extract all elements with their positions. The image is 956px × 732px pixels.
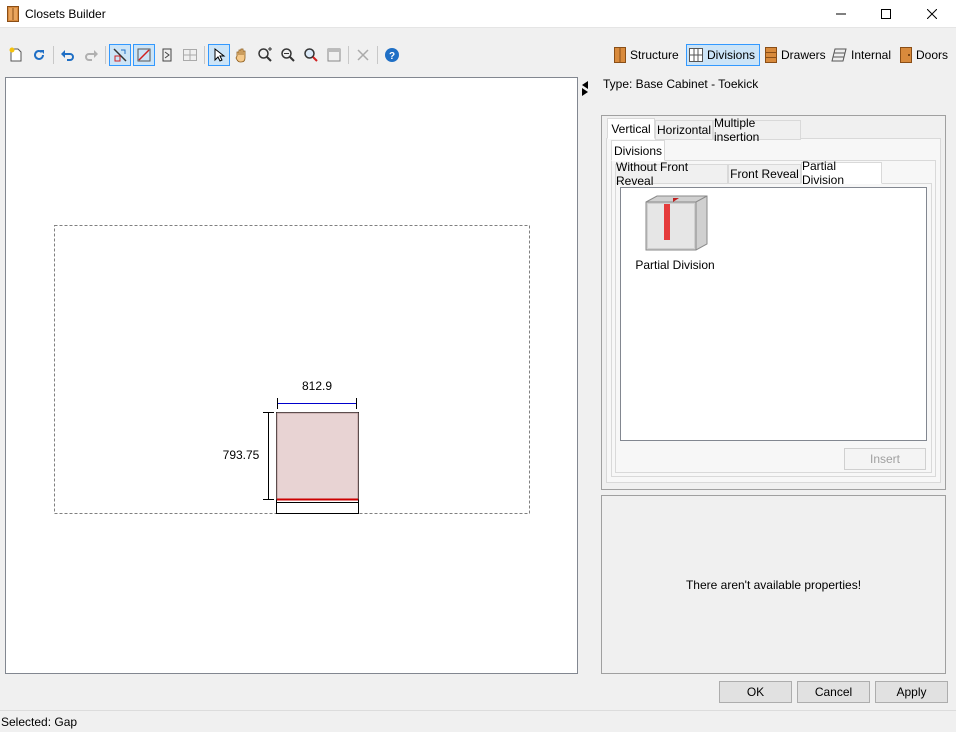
hinge-button[interactable] bbox=[156, 44, 178, 66]
status-bar: Selected: Gap bbox=[0, 710, 956, 732]
drawers-button[interactable]: Drawers bbox=[763, 44, 828, 66]
height-dimension-text: 793.75 bbox=[223, 448, 260, 462]
internal-label: Internal bbox=[851, 48, 892, 62]
close-icon bbox=[927, 9, 937, 19]
new-button[interactable] bbox=[5, 44, 27, 66]
grid-button[interactable] bbox=[179, 44, 201, 66]
tab-multiple-insertion[interactable]: Multiple insertion bbox=[713, 116, 801, 144]
tab-front-reveal[interactable]: Front Reveal bbox=[728, 164, 801, 184]
cancel-button[interactable]: Cancel bbox=[797, 681, 870, 703]
magnet-button[interactable] bbox=[133, 44, 155, 66]
width-dimension-text: 812.9 bbox=[302, 379, 332, 393]
delete-button[interactable] bbox=[352, 44, 374, 66]
height-dimension: 793.75 bbox=[223, 412, 274, 500]
insert-button[interactable]: Insert bbox=[844, 448, 926, 470]
new-file-icon bbox=[9, 47, 22, 62]
structure-button[interactable]: Structure bbox=[612, 44, 681, 66]
zoom-out-icon bbox=[281, 48, 295, 62]
tab-without-front-reveal[interactable]: Without Front Reveal bbox=[615, 160, 728, 188]
drawers-label: Drawers bbox=[781, 48, 826, 62]
status-text: Selected: Gap bbox=[1, 715, 78, 729]
tab-divisions[interactable]: Divisions bbox=[611, 140, 665, 161]
snap-icon bbox=[113, 48, 127, 62]
hinge-icon bbox=[162, 48, 172, 62]
delete-icon bbox=[357, 49, 369, 61]
redo-icon bbox=[85, 50, 98, 61]
toolbar: ? Structure Divisions Drawers Internal D… bbox=[0, 42, 956, 70]
cabinet-drawing: 812.9 793.75 bbox=[54, 225, 530, 514]
structure-label: Structure bbox=[630, 48, 679, 62]
division-list: Partial Division bbox=[620, 187, 927, 441]
width-dimension: 812.9 bbox=[277, 379, 357, 409]
ok-button[interactable]: OK bbox=[719, 681, 792, 703]
internal-icon bbox=[831, 48, 847, 62]
design-canvas[interactable]: 812.9 793.75 bbox=[5, 77, 578, 674]
magnet-icon bbox=[137, 48, 151, 62]
hand-icon bbox=[235, 48, 246, 63]
zoom-fit-icon bbox=[304, 48, 318, 62]
snap-button[interactable] bbox=[109, 44, 131, 66]
window-title: Closets Builder bbox=[25, 7, 106, 21]
no-properties-message: There aren't available properties! bbox=[685, 577, 862, 592]
doors-button[interactable]: Doors bbox=[898, 44, 950, 66]
maximize-icon bbox=[881, 9, 891, 19]
zoom-in-icon bbox=[258, 47, 272, 62]
undo-button[interactable] bbox=[57, 44, 79, 66]
svg-text:?: ? bbox=[389, 51, 395, 62]
undo-icon bbox=[61, 50, 74, 61]
tab-partial-division[interactable]: Partial Division bbox=[801, 159, 882, 187]
refresh-button[interactable] bbox=[28, 44, 50, 66]
partial-division-label: Partial Division bbox=[635, 258, 715, 272]
divisions-icon bbox=[689, 48, 703, 62]
redo-button[interactable] bbox=[80, 44, 102, 66]
internal-button[interactable]: Internal bbox=[829, 44, 893, 66]
properties-panel: There aren't available properties! bbox=[601, 495, 946, 674]
divisions-label: Divisions bbox=[707, 48, 756, 62]
divisions-button[interactable]: Divisions bbox=[686, 44, 760, 66]
zoom-in-button[interactable] bbox=[254, 44, 276, 66]
maximize-button[interactable] bbox=[863, 0, 909, 28]
frame-button[interactable] bbox=[323, 44, 345, 66]
app-icon bbox=[7, 6, 19, 22]
frame-icon bbox=[327, 48, 341, 62]
partial-division-icon bbox=[645, 195, 708, 251]
grid-icon bbox=[183, 49, 197, 61]
tab-horizontal[interactable]: Horizontal bbox=[655, 120, 713, 140]
help-button[interactable]: ? bbox=[381, 44, 403, 66]
close-button[interactable] bbox=[909, 0, 955, 28]
minimize-icon bbox=[836, 13, 846, 15]
apply-button[interactable]: Apply bbox=[875, 681, 948, 703]
pointer-icon bbox=[214, 47, 226, 62]
zoom-out-button[interactable] bbox=[277, 44, 299, 66]
refresh-icon bbox=[34, 49, 44, 60]
type-label: Type: Base Cabinet - Toekick bbox=[603, 77, 759, 91]
structure-icon bbox=[614, 47, 626, 63]
title-bar: Closets Builder bbox=[0, 0, 956, 28]
pan-button[interactable] bbox=[231, 44, 253, 66]
help-icon: ? bbox=[385, 48, 399, 62]
select-button[interactable] bbox=[208, 44, 230, 66]
list-item-partial-division[interactable]: Partial Division bbox=[631, 194, 719, 274]
drawers-icon bbox=[765, 47, 777, 63]
cabinet-gap[interactable] bbox=[276, 412, 359, 500]
panel-toggle-icon[interactable] bbox=[580, 80, 590, 96]
zoom-fit-button[interactable] bbox=[300, 44, 322, 66]
doors-icon bbox=[900, 47, 912, 63]
tab-vertical[interactable]: Vertical bbox=[607, 118, 655, 139]
minimize-button[interactable] bbox=[818, 0, 864, 28]
doors-label: Doors bbox=[916, 48, 949, 62]
